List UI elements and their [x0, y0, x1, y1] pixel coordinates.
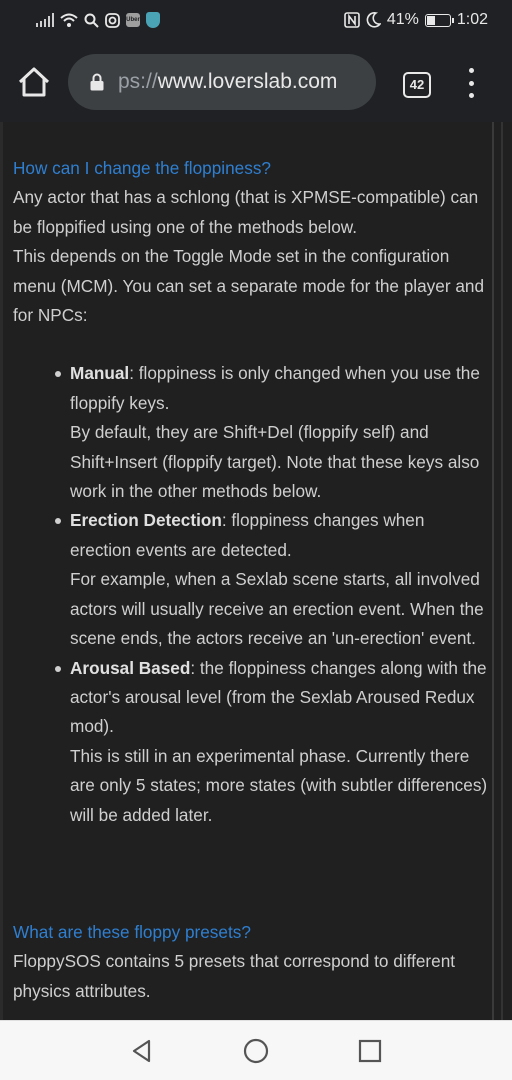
paragraph: This depends on the Toggle Mode set in t… [13, 246, 485, 326]
url-bar[interactable]: ps://www.loverslab.com [68, 54, 376, 110]
list-item-extra: By default, they are Shift+Del (floppify… [70, 422, 480, 502]
list-item: Manual: floppiness is only changed when … [13, 359, 488, 506]
battery-icon [424, 13, 454, 27]
browser-toolbar: ps://www.loverslab.com 42 [0, 42, 512, 122]
list-item-term: Erection Detection [70, 510, 222, 531]
url-host: www.loverslab.com [157, 70, 338, 93]
list-item: Erection Detection: floppiness changes w… [13, 506, 488, 653]
signal-icon [36, 13, 54, 27]
uber-eats-icon: Uber [126, 13, 140, 27]
status-bar: Uber 41% 1:02 [0, 0, 512, 42]
nfc-icon [344, 12, 360, 28]
list-item-extra: For example, when a Sexlab scene starts,… [70, 569, 484, 649]
list-item-term: Arousal Based [70, 657, 191, 678]
do-not-disturb-moon-icon [366, 12, 381, 28]
content-column-border [492, 122, 494, 1020]
page-left-border [0, 122, 3, 1020]
search-icon [84, 13, 99, 28]
vpn-shield-icon [146, 12, 160, 28]
url-text: ps://www.loverslab.com [118, 70, 337, 94]
home-icon[interactable] [16, 64, 52, 100]
wifi-icon [60, 13, 78, 27]
methods-list: Manual: floppiness is only changed when … [13, 359, 488, 830]
article-body: How can I change the floppiness? Any act… [13, 154, 488, 1006]
battery-percent: 41% [386, 11, 419, 28]
back-icon[interactable] [128, 1037, 156, 1065]
list-item-desc: : floppiness is only changed when you us… [70, 363, 480, 413]
page-right-border [501, 122, 503, 1020]
lock-icon [90, 73, 104, 91]
url-scheme: ps:// [118, 70, 158, 93]
section-heading-floppiness: How can I change the floppiness? [13, 158, 271, 178]
tab-switcher-button[interactable]: 42 [403, 72, 431, 98]
web-page[interactable]: How can I change the floppiness? Any act… [0, 122, 512, 1020]
paragraph: FloppySOS contains 5 presets that corres… [13, 951, 456, 1001]
system-nav-bar [0, 1020, 512, 1080]
instagram-icon [105, 12, 120, 28]
overflow-menu-icon[interactable] [464, 68, 478, 98]
list-item: Arousal Based: the floppiness changes al… [13, 654, 488, 830]
paragraph: Any actor that has a schlong (that is XP… [13, 187, 479, 237]
home-circle-icon[interactable] [242, 1037, 270, 1065]
clock: 1:02 [456, 11, 488, 28]
recents-square-icon[interactable] [356, 1037, 384, 1065]
section-heading-presets: What are these floppy presets? [13, 921, 251, 942]
list-item-term: Manual [70, 363, 130, 384]
list-item-extra: This is still in an experimental phase. … [70, 745, 488, 825]
